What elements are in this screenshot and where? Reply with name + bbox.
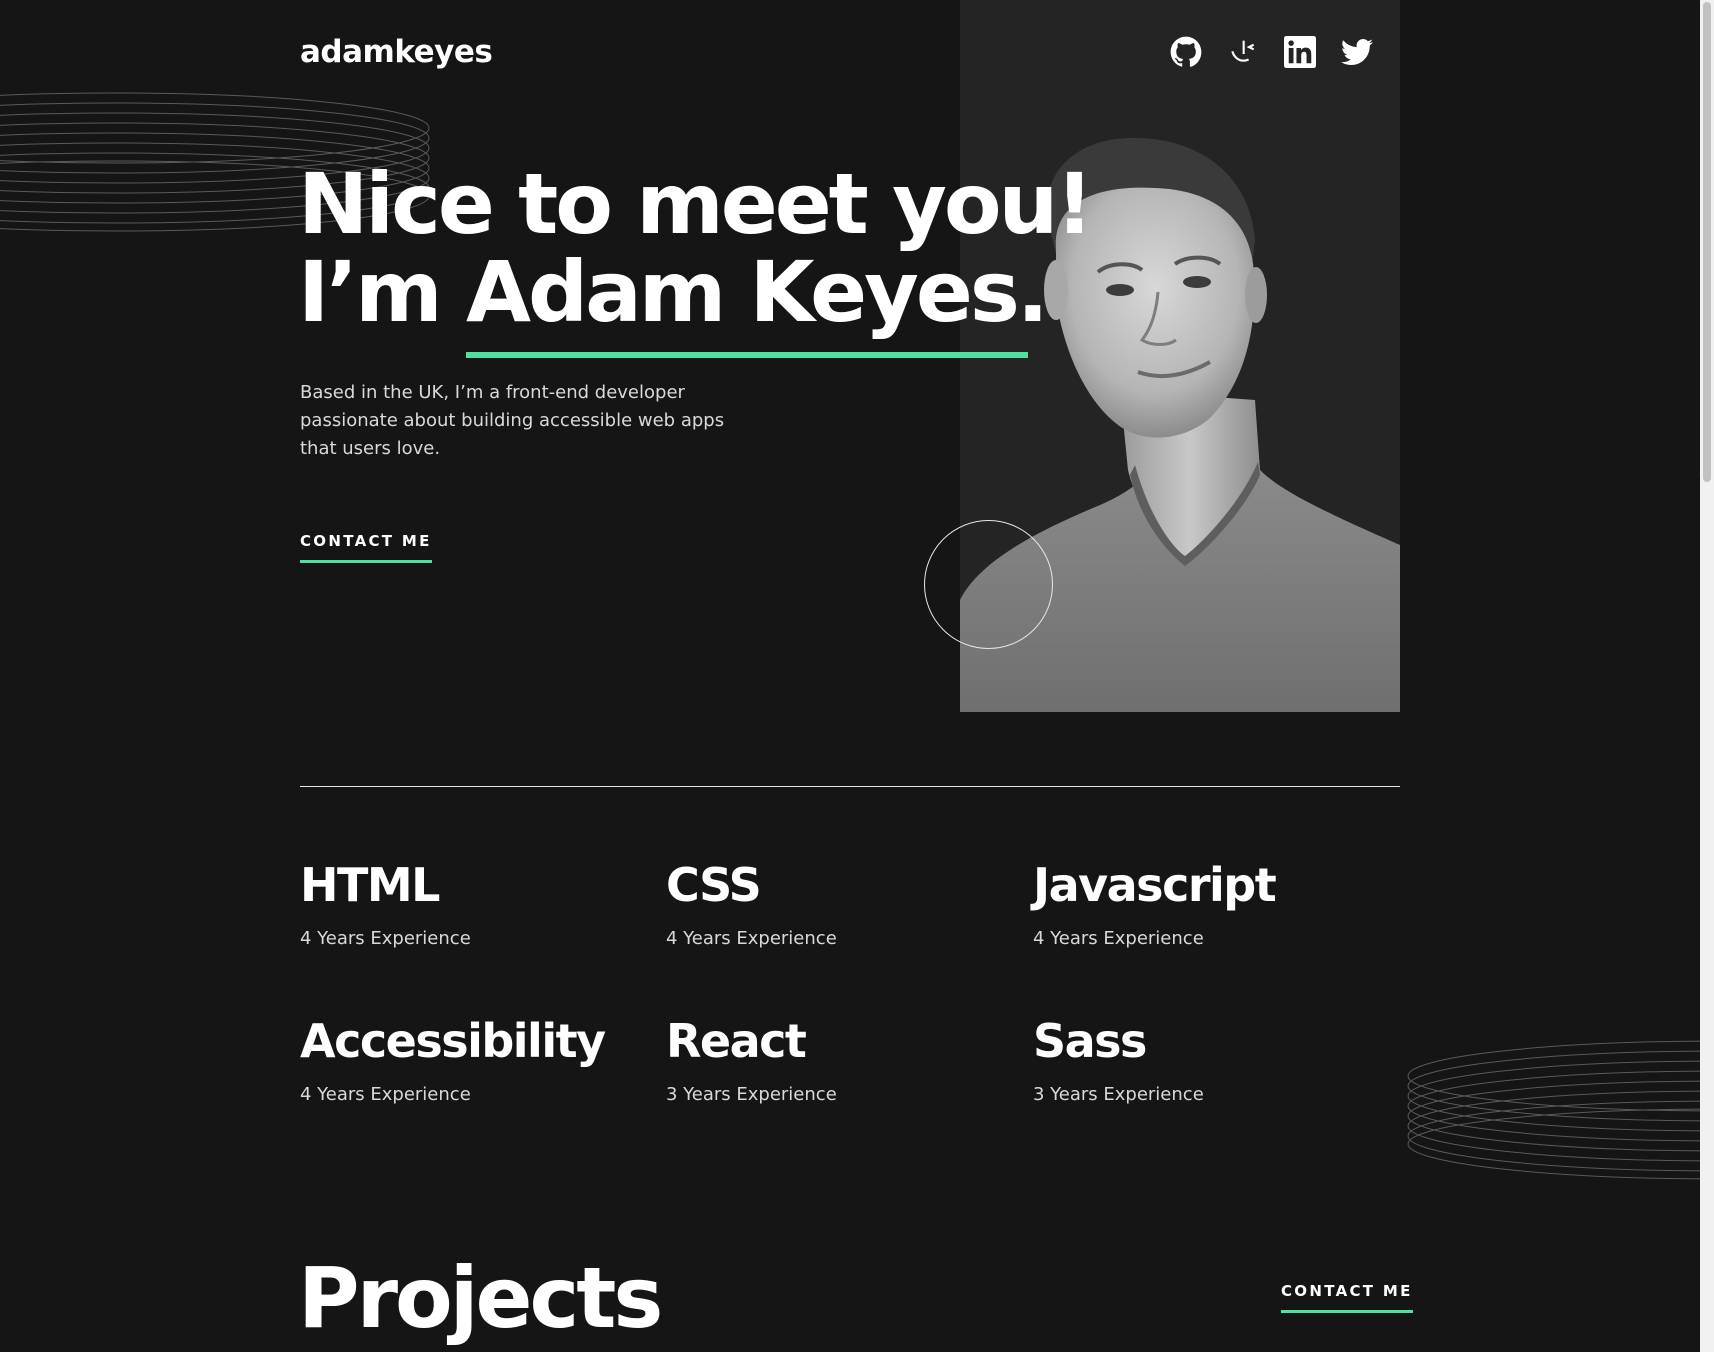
skill-experience: 4 Years Experience <box>300 928 471 949</box>
decorative-circle <box>924 520 1053 649</box>
skill-item: CSS 4 Years Experience <box>666 857 1026 952</box>
projects-contact-me-button[interactable]: CONTACT ME <box>1281 1282 1413 1313</box>
twitter-icon <box>1341 39 1373 66</box>
frontend-mentor-icon <box>1231 40 1255 62</box>
skill-item: React 3 Years Experience <box>666 1013 1026 1108</box>
twitter-icon[interactable] <box>1341 36 1373 68</box>
linkedin-icon[interactable] <box>1284 36 1316 68</box>
hero-title-prefix: I’m <box>298 243 466 341</box>
skill-name: CSS <box>666 858 762 912</box>
skill-experience: 4 Years Experience <box>666 928 837 949</box>
skill-name: Sass <box>1033 1014 1147 1068</box>
projects-title: Projects <box>298 1249 663 1347</box>
hero-title-line1: Nice to meet you! <box>298 155 1094 253</box>
skill-name: Javascript <box>1033 858 1277 912</box>
skill-experience: 4 Years Experience <box>1033 928 1204 949</box>
hero-name-underlined: Adam Keyes. <box>465 243 1049 358</box>
skill-name: Accessibility <box>300 1014 606 1068</box>
portfolio-page: adamkeyes Nice to meet you! I’m Adam Key… <box>0 0 1700 1352</box>
hero-title-line2: I’m Adam Keyes. <box>298 243 1091 358</box>
skill-name: HTML <box>300 858 440 912</box>
scrollbar-thumb[interactable] <box>1703 2 1711 482</box>
skill-experience: 4 Years Experience <box>300 1084 471 1105</box>
site-logo[interactable]: adamkeyes <box>300 34 493 70</box>
skill-item: Javascript 4 Years Experience <box>1033 857 1393 952</box>
github-icon <box>1170 36 1202 67</box>
frontend-mentor-icon[interactable] <box>1227 36 1259 68</box>
linkedin-icon <box>1284 36 1316 68</box>
github-icon[interactable] <box>1170 36 1202 68</box>
hero-description: Based in the UK, I’m a front-end develop… <box>300 382 725 459</box>
skill-experience: 3 Years Experience <box>1033 1084 1204 1105</box>
page-scrollbar[interactable] <box>1700 0 1714 1352</box>
skill-item: Sass 3 Years Experience <box>1033 1013 1393 1108</box>
contact-me-button[interactable]: CONTACT ME <box>300 532 432 563</box>
skill-item: Accessibility 4 Years Experience <box>300 1013 660 1108</box>
section-divider <box>300 786 1400 787</box>
rings-pattern-right <box>1407 1040 1700 1180</box>
hero-title: Nice to meet you! I’m Adam Keyes. <box>298 155 1094 358</box>
skill-experience: 3 Years Experience <box>666 1084 837 1105</box>
skill-name: React <box>666 1014 807 1068</box>
skill-item: HTML 4 Years Experience <box>300 857 660 952</box>
